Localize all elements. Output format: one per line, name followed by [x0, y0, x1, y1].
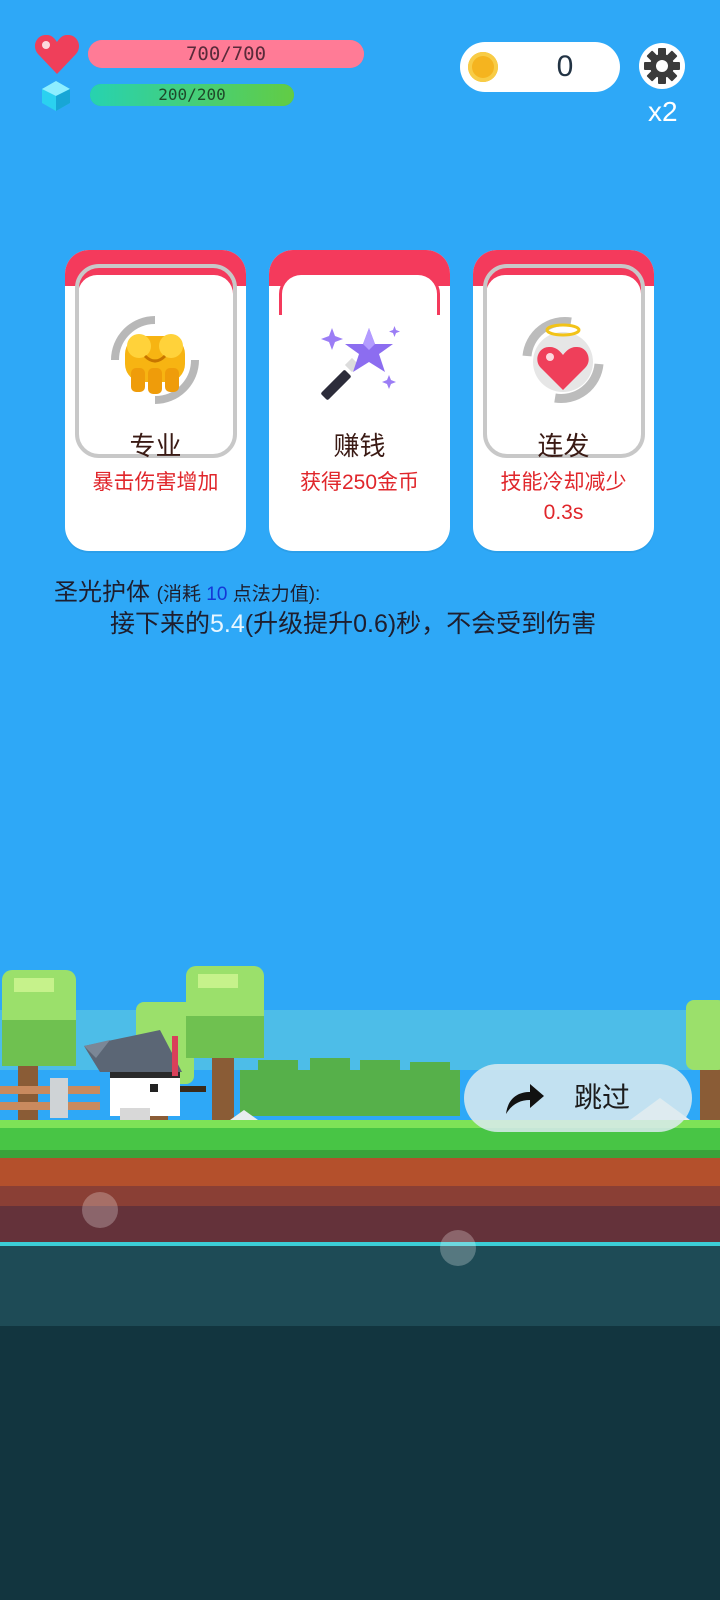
skill-desc-suffix: (升级提升0.6)秒，不会受到伤害 — [244, 610, 597, 638]
skill-cost-prefix: (消耗 — [156, 584, 207, 605]
golden-fist-icon — [111, 316, 199, 404]
crystal-icon — [42, 81, 70, 111]
hp-bar-text: 700/700 — [185, 43, 267, 65]
upgrade-card-2[interactable]: 赚钱 获得250金币 — [269, 250, 450, 551]
skill-cost-suffix: 点法力值): — [227, 584, 321, 605]
card-description: 暴击伤害增加 — [92, 471, 219, 494]
card-description-line2: 0.3s — [543, 501, 584, 524]
hp-bar: 700/700 — [88, 40, 364, 68]
card-title: 专业 — [129, 431, 182, 461]
bubble — [82, 1192, 118, 1228]
upgrade-card-3[interactable]: 连发 技能冷却减少 0.3s — [473, 250, 654, 551]
mp-bar-text: 200/200 — [158, 85, 226, 104]
game-scene — [0, 966, 720, 1600]
fence — [0, 1078, 100, 1118]
heart-icon — [34, 34, 80, 74]
angel-heart-icon — [522, 317, 604, 403]
speed-multiplier[interactable]: x2 — [648, 96, 678, 128]
bubble — [440, 1230, 476, 1266]
skill-cost-value: 10 — [206, 584, 228, 605]
skill-desc-prefix: 接下来的 — [110, 610, 211, 638]
gear-icon[interactable] — [638, 42, 686, 90]
coin-value: 0 — [556, 50, 574, 83]
card-description-line1: 技能冷却减少 — [500, 471, 627, 494]
card-description: 获得250金币 — [299, 471, 420, 494]
card-title: 连发 — [537, 431, 590, 461]
card-header-rim — [279, 272, 440, 315]
coin-counter: 0 — [460, 42, 620, 92]
redo-arrow-icon — [506, 1084, 544, 1114]
upgrade-card-1[interactable]: 专业 暴击伤害增加 — [65, 250, 246, 551]
magic-wand-icon — [321, 326, 400, 400]
coin-icon — [468, 52, 498, 82]
mp-bar: 200/200 — [90, 84, 294, 106]
skip-button[interactable]: 跳过 — [464, 1064, 692, 1132]
bushes — [240, 1058, 460, 1116]
skill-desc-value: 5.4 — [210, 610, 245, 638]
card-title: 赚钱 — [333, 431, 386, 461]
skip-label: 跳过 — [574, 1082, 631, 1113]
skill-description: 接下来的5.4(升级提升0.6)秒，不会受到伤害 — [110, 604, 596, 640]
skill-header: 圣光护体 (消耗 10 点法力值): — [54, 572, 320, 607]
skill-name: 圣光护体 — [54, 579, 150, 606]
card-description: 技能冷却减少 0.3s — [479, 468, 648, 528]
